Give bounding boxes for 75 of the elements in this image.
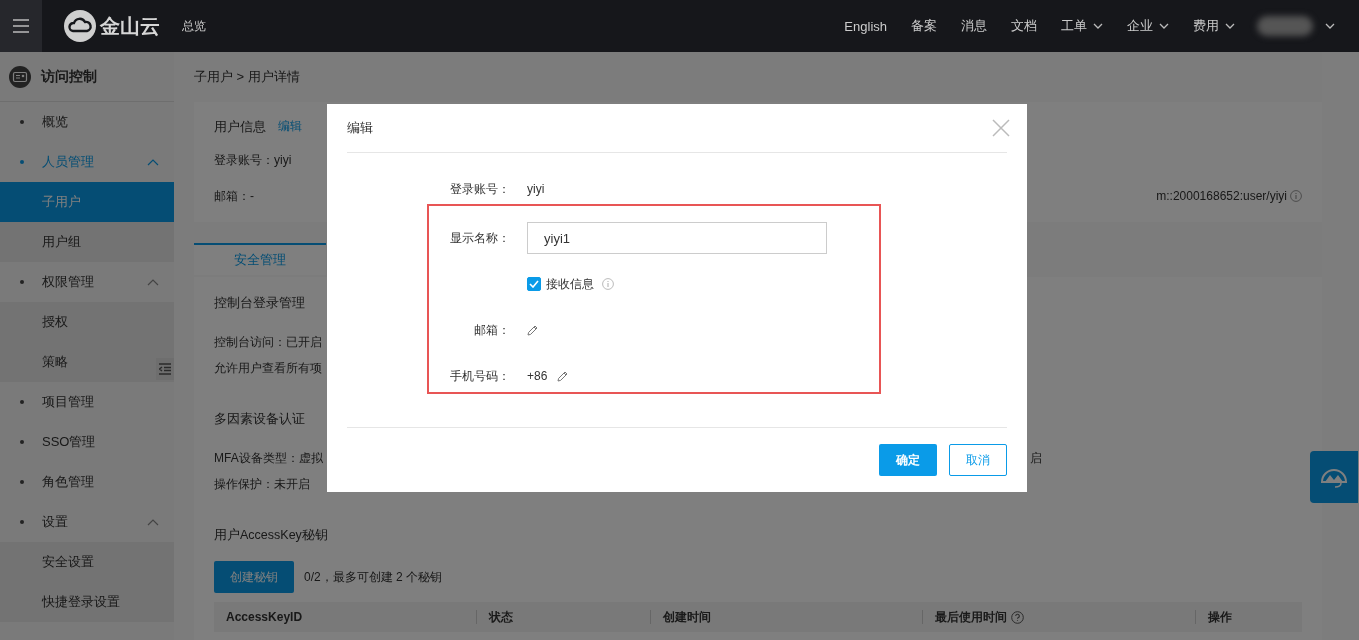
nav-link[interactable]: 备案 xyxy=(911,17,937,35)
blurred-name xyxy=(1257,16,1313,36)
sidebar-subitem[interactable]: 策略 xyxy=(0,342,174,382)
info-text: 多因素设备认证 xyxy=(214,410,305,428)
arn-text: m::2000168652:user/yiyi xyxy=(1156,189,1287,203)
close-icon[interactable] xyxy=(992,119,1010,137)
sidebar-subitem[interactable]: 安全设置 xyxy=(0,542,174,582)
field-label: 登录账号： xyxy=(449,180,510,198)
sidebar-item[interactable]: 角色管理 xyxy=(0,462,174,502)
info-text: 用户AccessKey秘钥 xyxy=(214,526,328,544)
field-label: 手机号码： xyxy=(450,368,510,383)
info-text: 操作保护：未开启 xyxy=(214,475,310,493)
nav-link[interactable]: 费用 xyxy=(1193,17,1235,35)
id-card-icon xyxy=(9,65,31,88)
nav-link[interactable]: 消息 xyxy=(961,17,987,35)
column-header: 操作 xyxy=(1208,608,1232,626)
info-text: 控制台访问：已开启 xyxy=(214,333,322,351)
sidebar-item[interactable]: 概览 xyxy=(0,102,174,142)
section-title: 用户信息 xyxy=(214,118,266,136)
sidebar-subitem[interactable]: 授权 xyxy=(0,302,174,342)
pencil-icon[interactable] xyxy=(557,370,569,382)
caret-icon xyxy=(1225,23,1235,29)
nav-link[interactable]: 工单 xyxy=(1061,17,1103,35)
info-text: 启 xyxy=(1030,449,1043,467)
sidebar-item[interactable]: 设置 xyxy=(0,502,174,542)
key-note: 0/2，最多可创建 2 个秘钥 xyxy=(304,568,443,586)
sidebar-item[interactable]: 项目管理 xyxy=(0,382,174,422)
collapse-handle[interactable] xyxy=(156,358,174,380)
caret-icon xyxy=(1093,23,1103,29)
info-text: 允许用户查看所有项 xyxy=(214,359,322,377)
info-text: 控制台登录管理 xyxy=(214,294,305,312)
confirm-button[interactable]: 确定 xyxy=(879,444,937,476)
column-header: AccessKeyID xyxy=(226,610,303,624)
info-text: 邮箱：- xyxy=(214,187,254,205)
field-label: 显示名称： xyxy=(450,230,510,245)
create-key-button[interactable]: 创建秘钥 xyxy=(214,561,294,593)
help-icon xyxy=(1011,610,1024,624)
field-label: 邮箱： xyxy=(474,322,510,337)
edit-link[interactable]: 编辑 xyxy=(278,118,302,135)
caret-icon xyxy=(1325,23,1335,29)
checkbox[interactable] xyxy=(527,277,541,291)
column-header: 状态 xyxy=(489,608,513,626)
brand-logo[interactable]: 金山云 xyxy=(64,10,160,42)
nav-link[interactable]: 文档 xyxy=(1011,17,1037,35)
caret-icon xyxy=(1159,23,1169,29)
column-header: 最后使用时间 xyxy=(935,608,1007,626)
info-icon xyxy=(1290,190,1302,202)
display-name-field[interactable]: yiyi1 xyxy=(527,222,827,254)
sidebar-subitem[interactable]: 子用户 xyxy=(0,182,174,222)
account-menu[interactable] xyxy=(1257,16,1335,36)
checkbox-label: 接收信息 xyxy=(546,275,594,293)
sidebar-item[interactable]: 权限管理 xyxy=(0,262,174,302)
info-text: MFA设备类型：虚拟 xyxy=(214,449,323,467)
pencil-icon[interactable] xyxy=(527,324,538,336)
info-text: 登录账号：yiyi xyxy=(214,152,293,169)
overview-link[interactable]: 总览 xyxy=(182,17,206,35)
sidebar-item[interactable]: SSO管理 xyxy=(0,422,174,462)
nav-link[interactable]: English xyxy=(844,18,887,34)
cancel-button[interactable]: 取消 xyxy=(949,444,1007,476)
sidebar-item[interactable]: 人员管理 xyxy=(0,142,174,182)
support-button[interactable] xyxy=(1310,451,1358,503)
breadcrumb: 子用户 > 用户详情 xyxy=(194,68,301,86)
menu-button[interactable] xyxy=(0,0,42,52)
sidebar-subitem[interactable]: 用户组 xyxy=(0,222,174,262)
field-value: yiyi xyxy=(527,182,545,196)
info-icon xyxy=(602,278,614,290)
dialog-title: 编辑 xyxy=(347,119,373,137)
sidebar-title: 访问控制 xyxy=(41,67,97,86)
cloud-logo-icon xyxy=(64,10,96,42)
menu-icon xyxy=(13,19,29,33)
nav-link[interactable]: 企业 xyxy=(1127,17,1169,35)
sidebar-subitem[interactable]: 快捷登录设置 xyxy=(0,582,174,622)
field-value: +86 xyxy=(527,369,548,383)
column-header: 创建时间 xyxy=(663,608,711,626)
collapse-icon xyxy=(159,363,171,375)
